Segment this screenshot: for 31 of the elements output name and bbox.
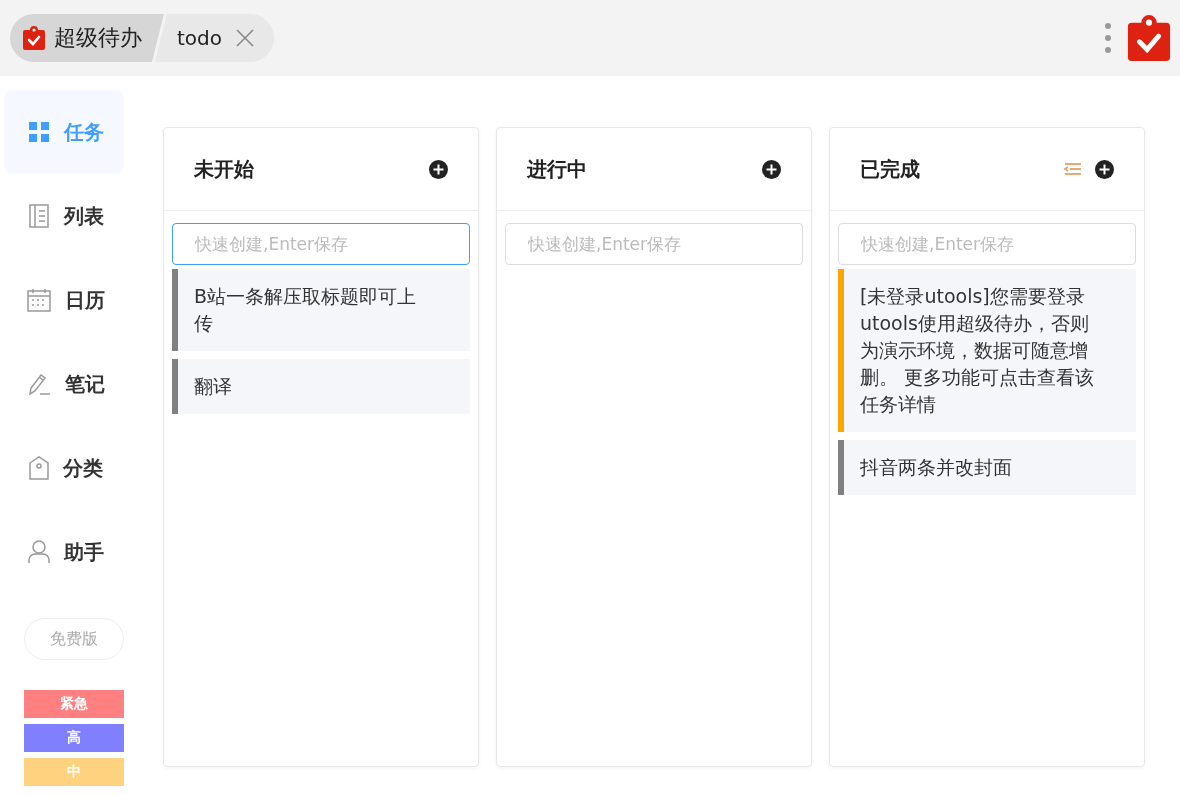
task-card[interactable]: 抖音两条并改封面 <box>838 440 1136 495</box>
notebook-icon <box>28 204 50 228</box>
sidebar-item[interactable]: 日历 <box>4 258 124 342</box>
task-card[interactable]: 翻译 <box>172 359 470 414</box>
add-icon[interactable] <box>762 159 781 179</box>
calendar-icon <box>27 288 51 312</box>
quick-create-field[interactable]: 快速创建,Enter保存 <box>172 223 470 265</box>
column-title: 进行中 <box>527 155 587 183</box>
task-card[interactable]: B站一条解压取标题即可上传 <box>172 269 470 351</box>
sidebar-item[interactable]: 分类 <box>4 426 124 510</box>
add-icon[interactable] <box>429 159 448 179</box>
column-title: 已完成 <box>860 155 920 183</box>
priority-label: 中 <box>24 758 124 786</box>
tag-icon <box>29 456 49 480</box>
sidebar-item[interactable]: 助手 <box>4 510 124 594</box>
grid-icon <box>28 121 50 143</box>
column-title: 未开始 <box>194 155 254 183</box>
pencil-icon <box>27 372 51 396</box>
close-icon[interactable] <box>236 29 254 47</box>
sidebar-item[interactable]: 列表 <box>4 174 124 258</box>
app-tab[interactable]: 超级待办 <box>10 14 164 62</box>
priority-label: 高 <box>24 724 124 752</box>
clipboard-check-icon[interactable] <box>1126 12 1172 64</box>
more-icon[interactable] <box>1104 21 1112 55</box>
clipboard-check-icon <box>22 25 46 51</box>
add-icon[interactable] <box>1095 159 1114 179</box>
user-icon <box>28 540 50 564</box>
sidebar-item[interactable]: 笔记 <box>4 342 124 426</box>
task-card[interactable]: [未登录utools]您需要登录utools使用超级待办，否则为演示环境，数据可随意增删。 更多功能可点击查看该任务详情 <box>838 269 1136 432</box>
plugin-tab[interactable]: todo <box>155 14 274 62</box>
priority-label: 紧急 <box>24 690 124 718</box>
